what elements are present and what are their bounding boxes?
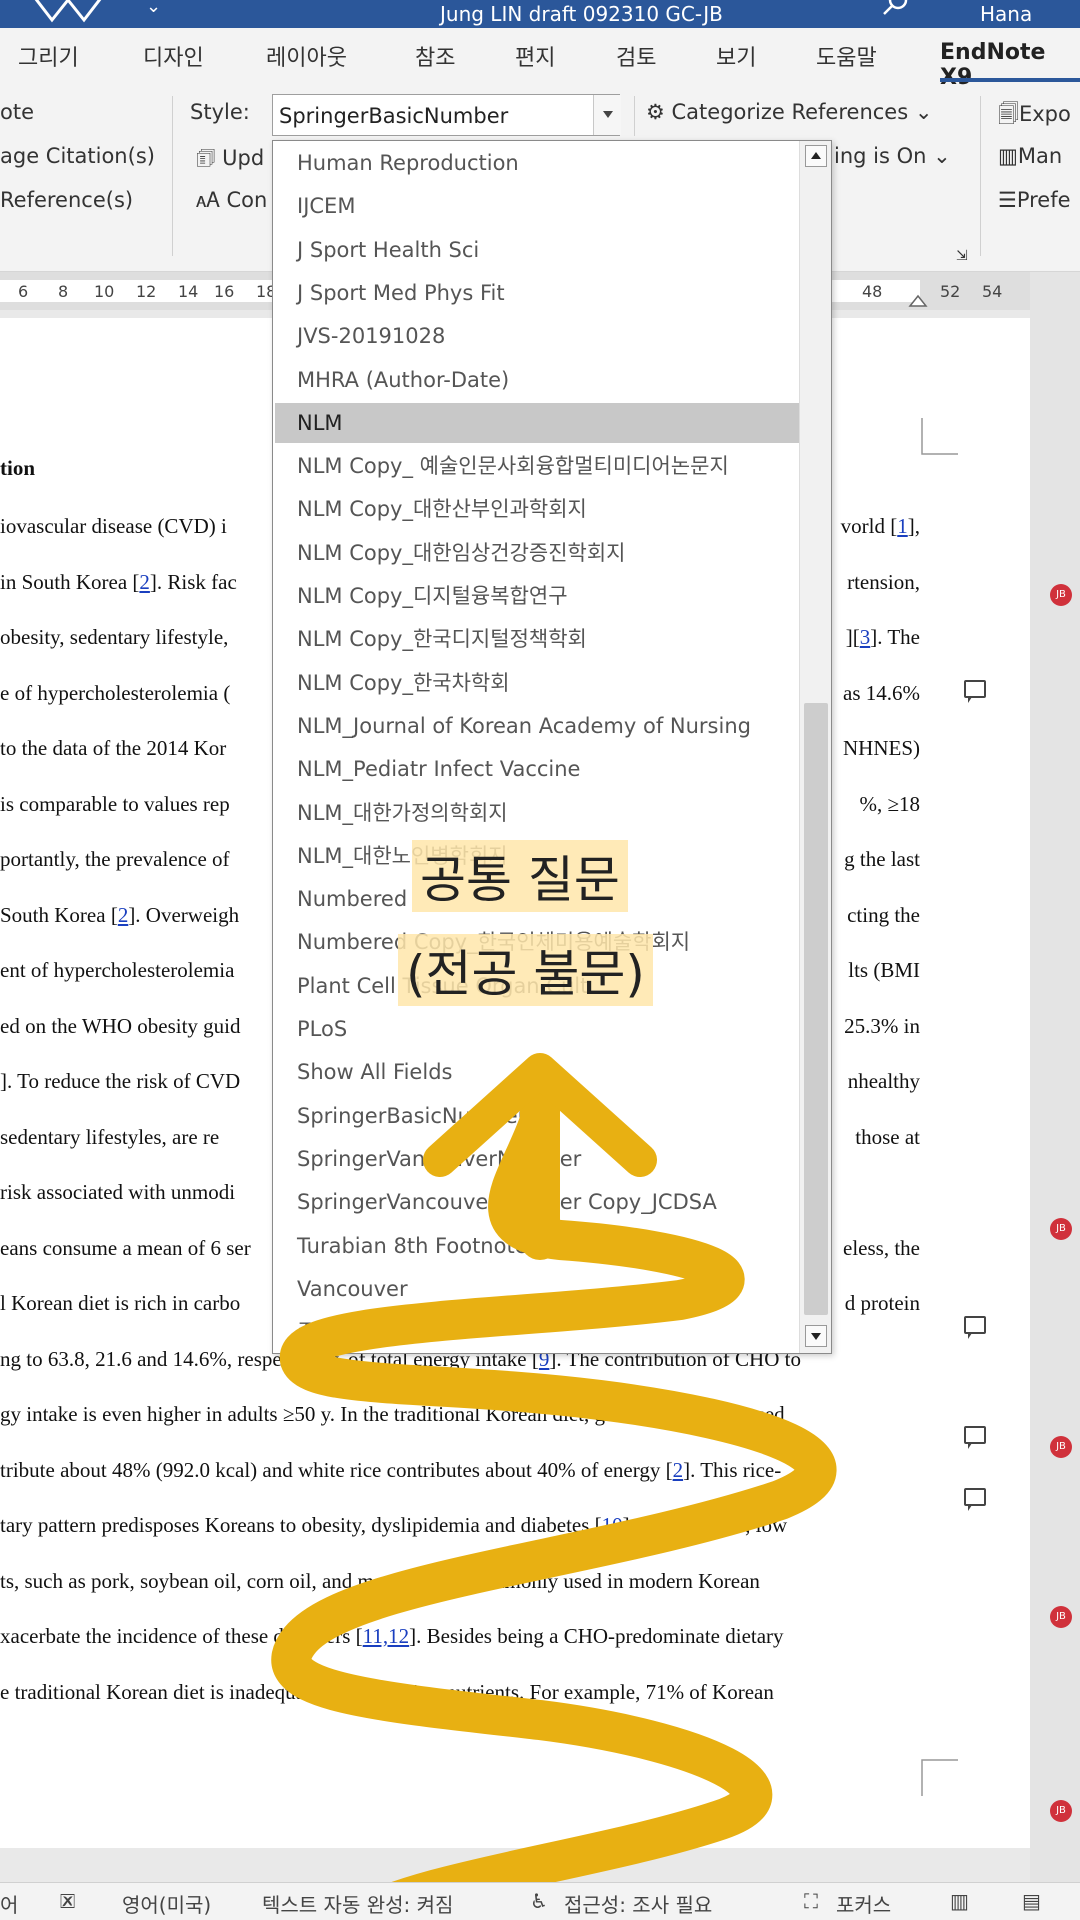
word-window: ⌄ Jung LIN draft 092310 GC-JB Hana Jung … [0,0,1080,1920]
annotation-line-2: (전공 불문) [398,934,653,1006]
track-changes-icon[interactable]: 🗷 [60,1889,75,1913]
print-layout-icon[interactable]: ▤ [1022,1889,1041,1913]
status-language-prefix[interactable]: 어 [0,1889,18,1918]
status-language[interactable]: 영어(미국) [122,1889,211,1918]
status-focus[interactable]: 포커스 [836,1889,891,1918]
annotation-line-1: 공통 질문 [412,840,628,912]
status-accessibility[interactable]: 접근성: 조사 필요 [564,1889,712,1918]
accessibility-icon: ♿ [530,1889,548,1913]
status-bar: 어 🗷 영어(미국) 텍스트 자동 완성: 켜짐 ♿ 접근성: 조사 필요 ⛶ … [0,1882,1080,1920]
status-autocomplete[interactable]: 텍스트 자동 완성: 켜짐 [262,1889,453,1918]
focus-icon: ⛶ [804,1889,818,1913]
read-mode-icon[interactable]: ▥ [950,1889,969,1913]
